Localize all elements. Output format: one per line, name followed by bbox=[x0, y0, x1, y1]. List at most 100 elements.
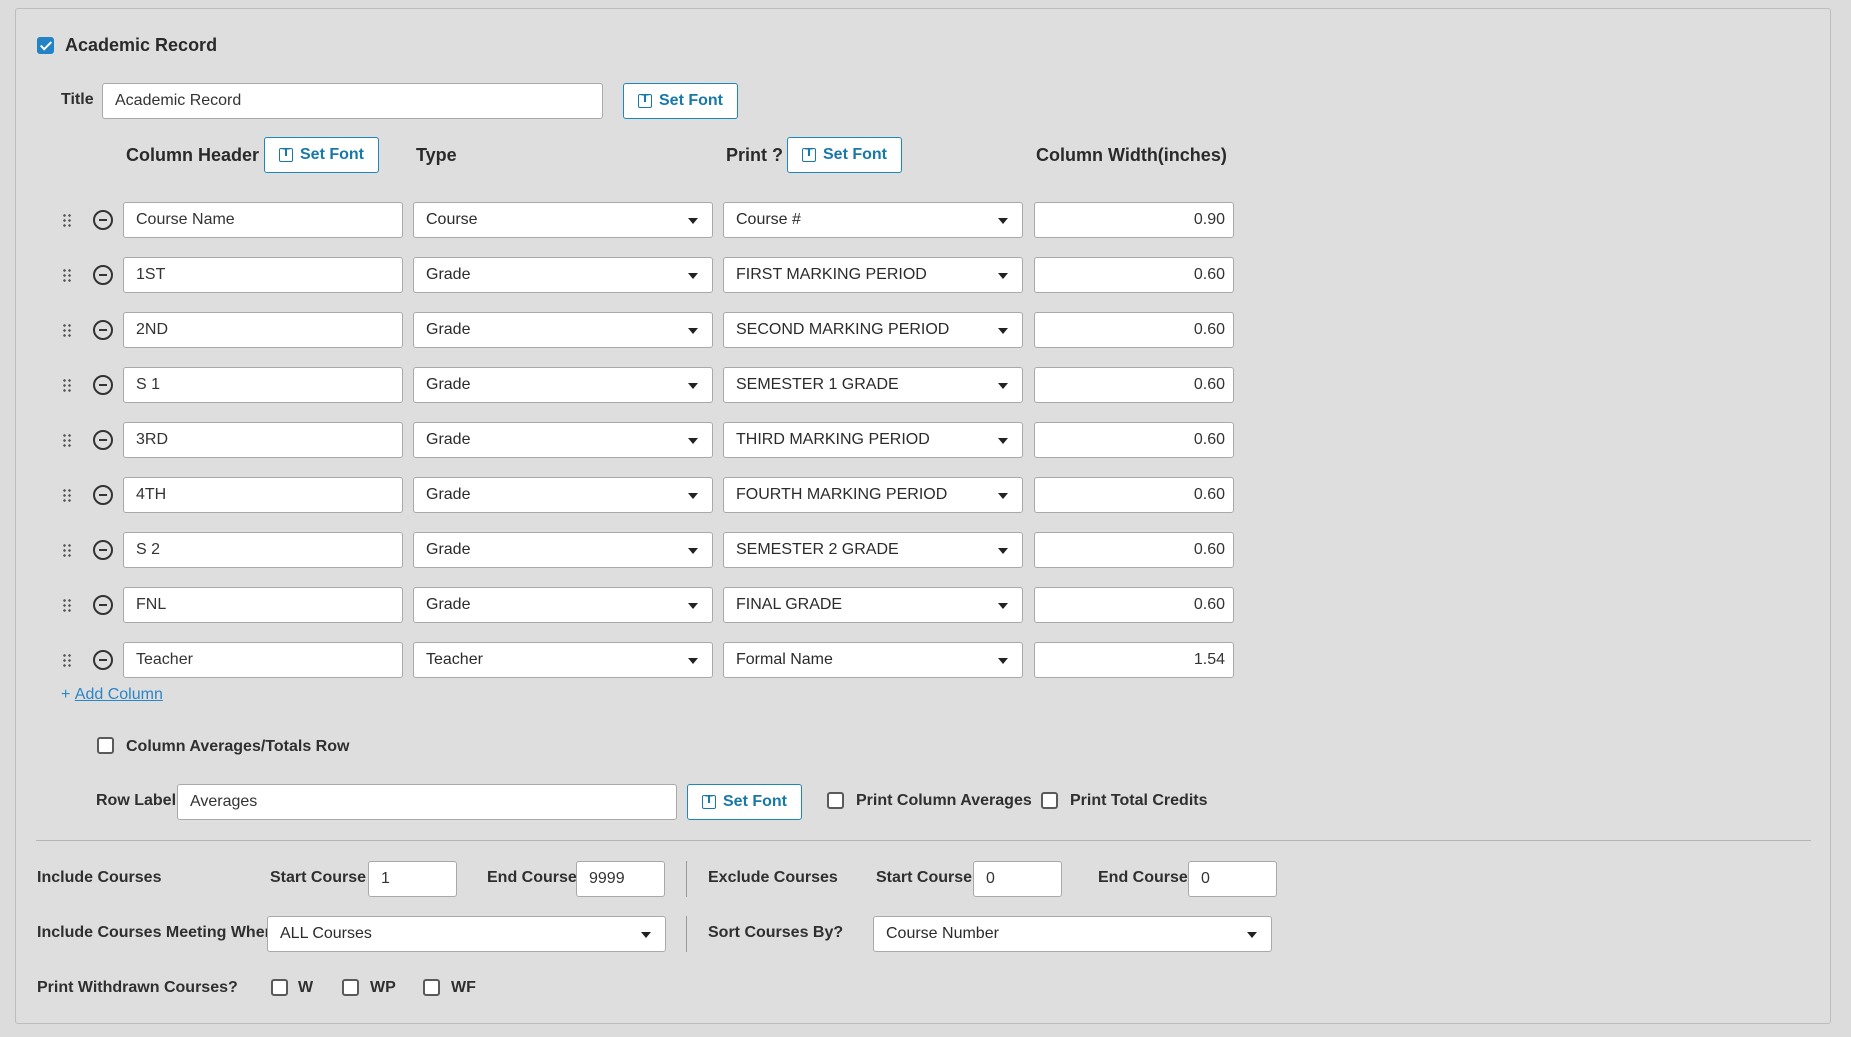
column-type-select[interactable]: Grade bbox=[413, 257, 713, 293]
column-width-input[interactable]: 0.60 bbox=[1034, 532, 1234, 568]
print-set-font-button[interactable]: Set Font bbox=[787, 137, 902, 173]
column-print-value: SECOND MARKING PERIOD bbox=[736, 321, 950, 338]
column-width-input[interactable]: 0.60 bbox=[1034, 312, 1234, 348]
column-type-select[interactable]: Course bbox=[413, 202, 713, 238]
column-header-input[interactable]: Course Name bbox=[123, 202, 403, 238]
drag-handle-icon[interactable] bbox=[62, 488, 72, 502]
exclude-end-value: 0 bbox=[1201, 870, 1210, 887]
remove-column-icon[interactable] bbox=[93, 320, 113, 340]
exclude-end-course-label: End Course bbox=[1098, 869, 1188, 886]
sort-courses-select[interactable]: Course Number bbox=[873, 916, 1272, 952]
title-set-font-button[interactable]: Set Font bbox=[623, 83, 738, 119]
column-width-input[interactable]: 0.60 bbox=[1034, 477, 1234, 513]
add-column-link[interactable]: + Add Column bbox=[61, 686, 163, 704]
column-type-select[interactable]: Grade bbox=[413, 477, 713, 513]
column-header-value: S 1 bbox=[136, 376, 161, 393]
column-print-select[interactable]: FIRST MARKING PERIOD bbox=[723, 257, 1023, 293]
section-divider bbox=[36, 840, 1811, 841]
column-type-select[interactable]: Grade bbox=[413, 532, 713, 568]
text-font-icon bbox=[802, 146, 816, 162]
vertical-divider bbox=[686, 861, 687, 897]
column-print-select[interactable]: Course # bbox=[723, 202, 1023, 238]
print-total-credits-checkbox[interactable] bbox=[1041, 792, 1058, 809]
remove-column-icon[interactable] bbox=[93, 430, 113, 450]
include-end-course-label: End Course bbox=[487, 869, 577, 886]
column-header-input[interactable]: 1ST bbox=[123, 257, 403, 293]
exclude-start-course-input[interactable]: 0 bbox=[973, 861, 1062, 897]
withdrawn-wf-checkbox[interactable] bbox=[423, 979, 440, 996]
chevron-down-icon bbox=[688, 273, 698, 279]
meeting-when-select[interactable]: ALL Courses bbox=[267, 916, 666, 952]
remove-column-icon[interactable] bbox=[93, 210, 113, 230]
drag-handle-icon[interactable] bbox=[62, 378, 72, 392]
column-type-select[interactable]: Grade bbox=[413, 422, 713, 458]
row-label-set-font-button[interactable]: Set Font bbox=[687, 784, 802, 820]
include-end-value: 9999 bbox=[589, 870, 625, 887]
remove-column-icon[interactable] bbox=[93, 540, 113, 560]
chevron-down-icon bbox=[998, 383, 1008, 389]
remove-column-icon[interactable] bbox=[93, 375, 113, 395]
drag-handle-icon[interactable] bbox=[62, 598, 72, 612]
column-header-input[interactable]: 2ND bbox=[123, 312, 403, 348]
column-header-input[interactable]: FNL bbox=[123, 587, 403, 623]
column-type-value: Course bbox=[426, 211, 478, 228]
remove-column-icon[interactable] bbox=[93, 265, 113, 285]
chevron-down-icon bbox=[998, 603, 1008, 609]
chevron-down-icon bbox=[688, 328, 698, 334]
row-label-input[interactable]: Averages bbox=[177, 784, 677, 820]
withdrawn-w-label: W bbox=[298, 979, 314, 996]
chevron-down-icon bbox=[688, 548, 698, 554]
column-print-select[interactable]: SEMESTER 1 GRADE bbox=[723, 367, 1023, 403]
column-header-input[interactable]: S 2 bbox=[123, 532, 403, 568]
print-column-averages-checkbox[interactable] bbox=[827, 792, 844, 809]
withdrawn-w-checkbox[interactable] bbox=[271, 979, 288, 996]
column-header-value: Teacher bbox=[136, 651, 193, 668]
row-label-label: Row Label bbox=[96, 792, 177, 809]
drag-handle-icon[interactable] bbox=[62, 433, 72, 447]
column-header-input[interactable]: S 1 bbox=[123, 367, 403, 403]
exclude-start-value: 0 bbox=[986, 870, 995, 887]
column-type-select[interactable]: Grade bbox=[413, 367, 713, 403]
include-start-value: 1 bbox=[381, 870, 390, 887]
column-header-input[interactable]: Teacher bbox=[123, 642, 403, 678]
column-print-select[interactable]: SECOND MARKING PERIOD bbox=[723, 312, 1023, 348]
column-type-select[interactable]: Teacher bbox=[413, 642, 713, 678]
include-end-course-input[interactable]: 9999 bbox=[576, 861, 665, 897]
title-input[interactable]: Academic Record bbox=[102, 83, 603, 119]
column-header-value: S 2 bbox=[136, 541, 161, 558]
drag-handle-icon[interactable] bbox=[62, 653, 72, 667]
remove-column-icon[interactable] bbox=[93, 650, 113, 670]
drag-handle-icon[interactable] bbox=[62, 268, 72, 282]
column-type-select[interactable]: Grade bbox=[413, 587, 713, 623]
exclude-end-course-input[interactable]: 0 bbox=[1188, 861, 1277, 897]
column-print-select[interactable]: SEMESTER 2 GRADE bbox=[723, 532, 1023, 568]
column-width-input[interactable]: 1.54 bbox=[1034, 642, 1234, 678]
column-width-input[interactable]: 0.60 bbox=[1034, 367, 1234, 403]
column-print-select[interactable]: FINAL GRADE bbox=[723, 587, 1023, 623]
column-print-select[interactable]: THIRD MARKING PERIOD bbox=[723, 422, 1023, 458]
remove-column-icon[interactable] bbox=[93, 485, 113, 505]
withdrawn-wp-checkbox[interactable] bbox=[342, 979, 359, 996]
column-print-select[interactable]: FOURTH MARKING PERIOD bbox=[723, 477, 1023, 513]
academic-record-checkbox[interactable] bbox=[37, 37, 54, 54]
text-font-icon bbox=[279, 146, 293, 162]
column-header-input[interactable]: 4TH bbox=[123, 477, 403, 513]
column-print-select[interactable]: Formal Name bbox=[723, 642, 1023, 678]
drag-handle-icon[interactable] bbox=[62, 213, 72, 227]
column-header-set-font-button[interactable]: Set Font bbox=[264, 137, 379, 173]
remove-column-icon[interactable] bbox=[93, 595, 113, 615]
column-type-value: Grade bbox=[426, 486, 471, 503]
column-type-select[interactable]: Grade bbox=[413, 312, 713, 348]
column-width-input[interactable]: 0.60 bbox=[1034, 422, 1234, 458]
column-print-value: SEMESTER 2 GRADE bbox=[736, 541, 899, 558]
drag-handle-icon[interactable] bbox=[62, 543, 72, 557]
column-header-input[interactable]: 3RD bbox=[123, 422, 403, 458]
drag-handle-icon[interactable] bbox=[62, 323, 72, 337]
column-width-input[interactable]: 0.60 bbox=[1034, 257, 1234, 293]
column-type-value: Grade bbox=[426, 376, 471, 393]
include-start-course-input[interactable]: 1 bbox=[368, 861, 457, 897]
column-averages-checkbox[interactable] bbox=[97, 737, 114, 754]
column-width-input[interactable]: 0.90 bbox=[1034, 202, 1234, 238]
column-width-input[interactable]: 0.60 bbox=[1034, 587, 1234, 623]
column-print-value: THIRD MARKING PERIOD bbox=[736, 431, 930, 448]
